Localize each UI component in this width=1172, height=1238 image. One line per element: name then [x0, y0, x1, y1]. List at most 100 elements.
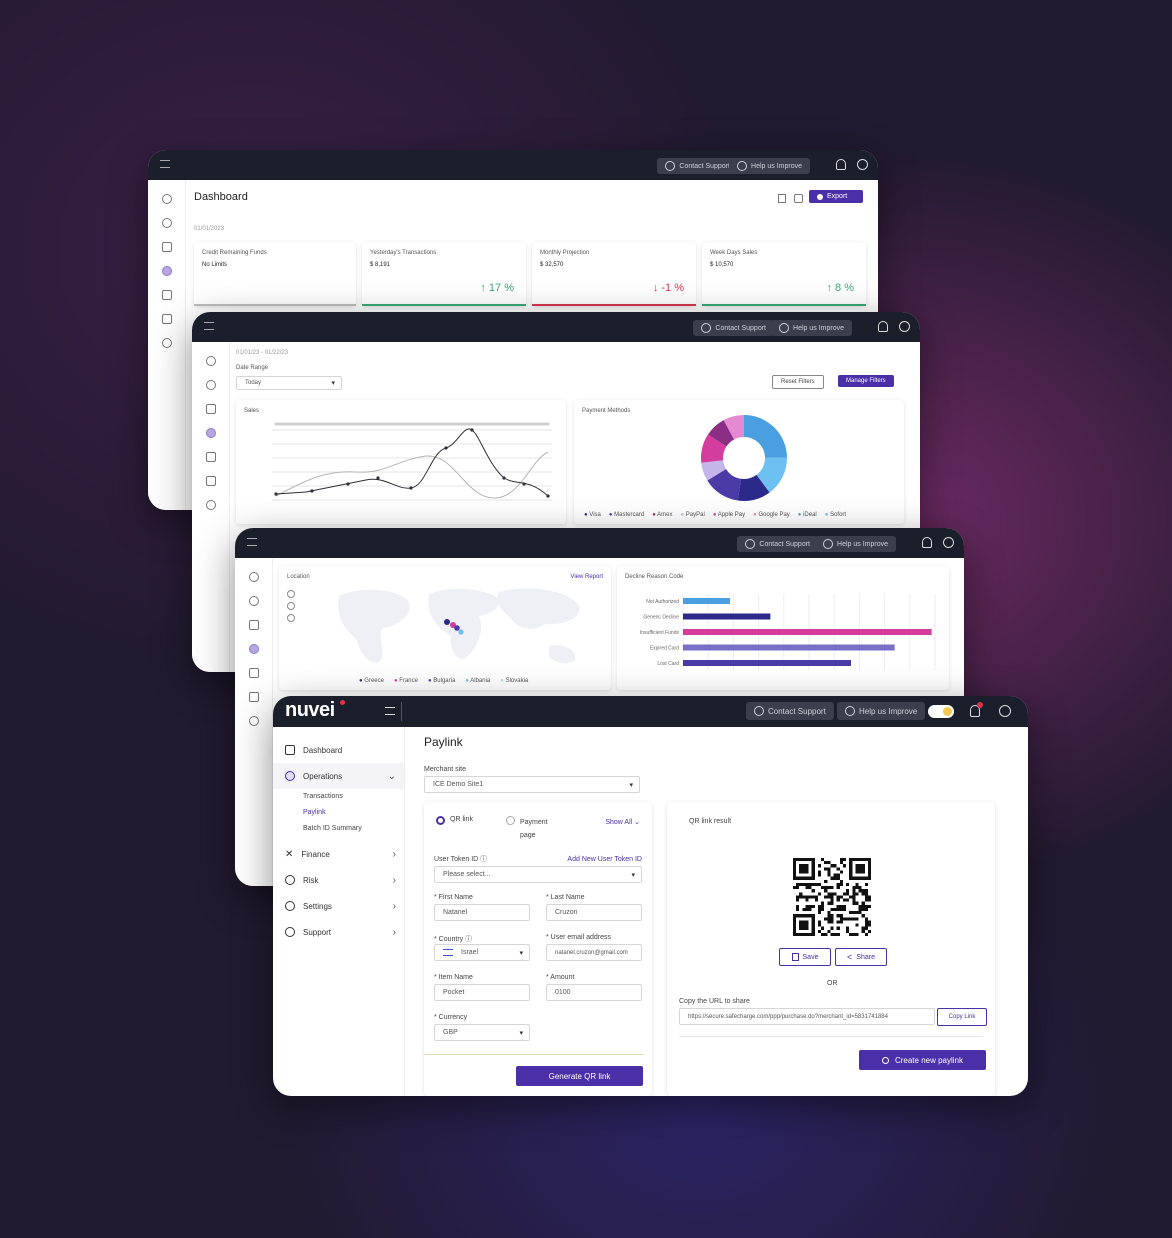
cards-icon[interactable]: [161, 314, 172, 324]
menu-icon[interactable]: [247, 538, 257, 546]
reports-icon[interactable]: [248, 668, 259, 678]
brand-logo[interactable]: nuvei: [285, 699, 335, 722]
qr-module: [864, 904, 868, 908]
operations-icon[interactable]: [248, 596, 259, 606]
risk-icon[interactable]: [161, 266, 172, 276]
currency-value: GBP: [443, 1029, 458, 1036]
print-icon[interactable]: [794, 194, 803, 203]
legend-item: ● iDeal: [797, 512, 817, 518]
paylink-url-field[interactable]: https://secure.safecharge.com/ppp/purcha…: [679, 1008, 935, 1025]
user-token-select[interactable]: Please select... ▾: [434, 866, 642, 883]
merchant-site-select[interactable]: ICE Demo Site1 ▾: [424, 776, 640, 793]
download-icon[interactable]: [778, 194, 786, 203]
save-icon: [791, 953, 799, 961]
qr-module: [830, 898, 834, 902]
reports-icon[interactable]: [161, 290, 172, 300]
last-name-field[interactable]: Cruzon: [546, 904, 642, 921]
qr-module: [824, 917, 828, 921]
date-range-select[interactable]: Today ▾: [236, 376, 342, 390]
sidebar-subitem-paylink[interactable]: Paylink: [273, 805, 404, 821]
save-button[interactable]: Save: [779, 948, 831, 966]
sidebar-subitem-batch[interactable]: Batch ID Summary: [273, 821, 404, 837]
user-icon[interactable]: [999, 705, 1011, 717]
settings-icon[interactable]: [248, 716, 259, 726]
sidebar-item-dashboard[interactable]: Dashboard: [273, 737, 404, 763]
email-field[interactable]: natanel.cruzon@gmail.com: [546, 944, 642, 961]
country-select[interactable]: Israel ▾: [434, 944, 530, 961]
qr-module: [846, 926, 850, 930]
home-icon[interactable]: [161, 194, 172, 204]
currency-select[interactable]: GBP ▾: [434, 1024, 530, 1041]
export-button[interactable]: Export: [809, 190, 863, 203]
qr-module: [821, 932, 825, 936]
home-icon[interactable]: [205, 356, 216, 366]
help-improve-button[interactable]: Help us Improve: [771, 320, 852, 336]
qr-module: [830, 920, 834, 924]
manage-filters-button[interactable]: Manage Filters: [838, 375, 894, 387]
first-name-field[interactable]: Natanel: [434, 904, 530, 921]
qr-module: [855, 917, 859, 921]
help-improve-button[interactable]: Help us Improve: [837, 702, 926, 720]
bell-icon[interactable]: [922, 537, 932, 548]
risk-icon[interactable]: [248, 644, 259, 654]
contact-support-button[interactable]: Contact Support: [746, 702, 834, 720]
sidebar-item-finance[interactable]: ✕ Finance ›: [273, 841, 404, 867]
qr-module: [814, 895, 818, 899]
location-card: Location View Report ● Greece ● France ●…: [279, 566, 611, 690]
help-improve-button[interactable]: Help us Improve: [815, 536, 896, 552]
user-icon[interactable]: [943, 537, 954, 548]
operations-icon[interactable]: [161, 218, 172, 228]
operations-icon[interactable]: [205, 380, 216, 390]
bell-icon[interactable]: [836, 159, 846, 170]
item-name-field[interactable]: Pocket: [434, 984, 530, 1001]
user-icon[interactable]: [899, 321, 910, 332]
qr-module: [802, 895, 806, 899]
contact-support-button[interactable]: Contact Support: [737, 536, 818, 552]
finance-icon[interactable]: [248, 620, 259, 630]
qr-module: [849, 911, 853, 915]
theme-toggle[interactable]: [928, 705, 954, 718]
help-improve-button[interactable]: Help us Improve: [729, 158, 810, 174]
settings-icon[interactable]: [205, 500, 216, 510]
settings-icon[interactable]: [161, 338, 172, 348]
qr-module: [827, 895, 831, 899]
payment-methods-title: Payment Methods: [582, 408, 631, 414]
sidebar-item-operations[interactable]: Operations ⌄: [273, 763, 404, 789]
finance-icon[interactable]: [205, 404, 216, 414]
copy-link-button[interactable]: Copy Link: [937, 1008, 987, 1026]
share-button[interactable]: < Share: [835, 948, 887, 966]
generate-qr-button[interactable]: Generate QR link: [516, 1066, 643, 1086]
reset-filters-button[interactable]: Reset Filters: [772, 375, 824, 389]
legend-item: ● France: [393, 678, 418, 684]
finance-icon[interactable]: [161, 242, 172, 252]
contact-support-button[interactable]: Contact Support: [657, 158, 738, 174]
risk-icon[interactable]: [205, 428, 216, 438]
bar-label: Expired Card: [650, 646, 679, 652]
help-improve-label: Help us Improve: [751, 162, 802, 170]
add-user-token-link[interactable]: Add New User Token ID: [567, 856, 642, 863]
payment-page-radio[interactable]: [506, 816, 515, 825]
qr-radio[interactable]: [436, 816, 445, 825]
sidebar-item-risk[interactable]: Risk ›: [273, 867, 404, 893]
sidebar-item-label: Settings: [303, 901, 332, 911]
contact-support-button[interactable]: Contact Support: [693, 320, 774, 336]
cards-icon[interactable]: [248, 692, 259, 702]
home-icon[interactable]: [248, 572, 259, 582]
sidebar-item-settings[interactable]: Settings ›: [273, 893, 404, 919]
show-all-link[interactable]: Show All ⌄: [605, 818, 640, 826]
create-new-paylink-button[interactable]: Create new paylink: [859, 1050, 986, 1070]
amount-field[interactable]: 0100: [546, 984, 642, 1001]
reports-icon[interactable]: [205, 452, 216, 462]
support-icon: [701, 323, 712, 333]
menu-icon[interactable]: [204, 322, 214, 330]
bell-icon[interactable]: [878, 321, 888, 332]
user-icon[interactable]: [857, 159, 868, 170]
sidebar-subitem-transactions[interactable]: Transactions: [273, 789, 404, 805]
cards-icon[interactable]: [205, 476, 216, 486]
chat-icon: [845, 706, 855, 716]
menu-icon[interactable]: [160, 160, 170, 168]
qr-module: [796, 895, 800, 899]
menu-icon[interactable]: [385, 707, 395, 715]
sidebar-item-support[interactable]: Support ›: [273, 919, 404, 945]
chat-icon: [779, 323, 790, 333]
